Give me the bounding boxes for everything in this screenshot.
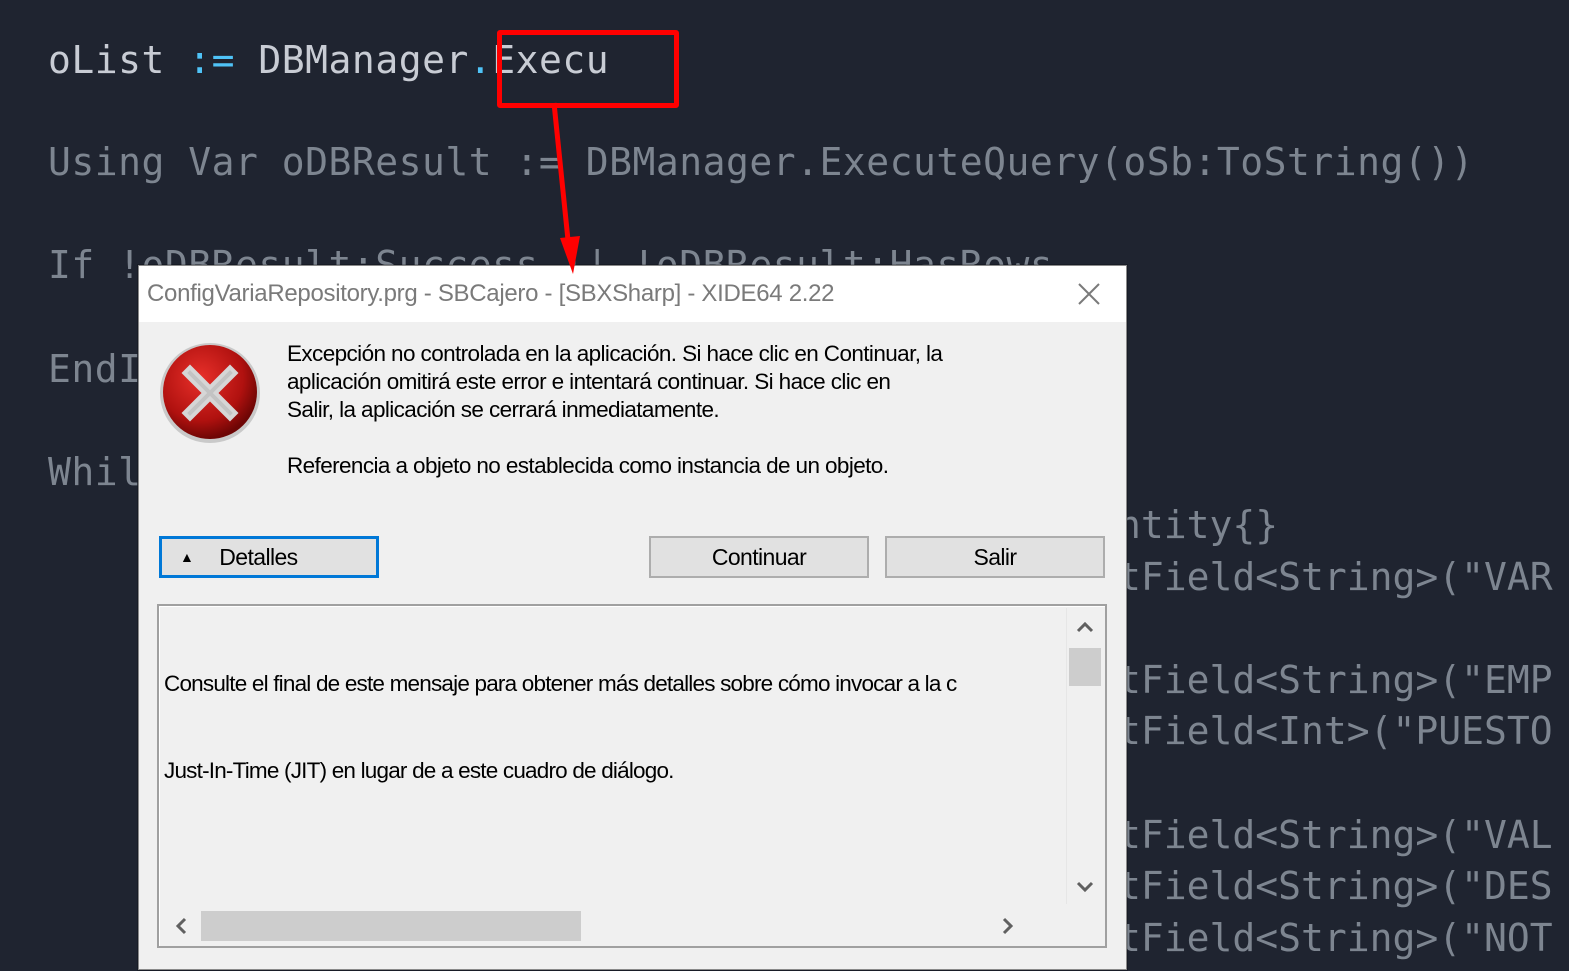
chevron-left-icon: [175, 917, 187, 935]
scroll-left-button[interactable]: [163, 908, 199, 944]
details-line: Just-In-Time (JIT) en lugar de a este cu…: [164, 758, 674, 784]
chevron-up-icon: [1076, 621, 1094, 633]
continue-button-label: Continuar: [711, 543, 807, 570]
details-line: Consulte el final de este mensaje para o…: [164, 670, 957, 696]
assign-operator: :=: [188, 38, 236, 82]
details-button-label: Detalles: [219, 543, 298, 570]
dialog-titlebar[interactable]: ConfigVariaRepository.prg - SBCajero - […: [139, 266, 1126, 322]
dialog-title: ConfigVariaRepository.prg - SBCajero - […: [147, 280, 835, 307]
scroll-right-button[interactable]: [990, 908, 1026, 944]
horizontal-scroll-thumb[interactable]: [201, 911, 581, 941]
dialog-message: Excepción no controlada en la aplicación…: [287, 340, 1107, 480]
scroll-down-button[interactable]: [1067, 870, 1103, 904]
scroll-up-button[interactable]: [1067, 610, 1103, 644]
exit-button-label: Salir: [973, 543, 1017, 570]
vertical-scrollbar[interactable]: [1066, 608, 1103, 904]
details-button[interactable]: ▲ Detalles: [159, 536, 379, 578]
chevron-down-icon: [1076, 881, 1094, 893]
details-text[interactable]: Consulte el final de este mensaje para o…: [164, 610, 1064, 906]
code-line-right[interactable]: ntity{}: [1118, 503, 1278, 547]
code-line-right[interactable]: tField<String>("NOT: [1118, 916, 1553, 960]
continue-button[interactable]: Continuar: [649, 536, 869, 578]
details-line: [164, 844, 1064, 873]
exit-button[interactable]: Salir: [885, 536, 1105, 578]
horizontal-scrollbar[interactable]: [161, 908, 1066, 944]
code-line-right[interactable]: tField<String>("EMP: [1118, 658, 1553, 702]
chevron-right-icon: [1002, 917, 1014, 935]
code-token: DBManager: [235, 38, 469, 82]
close-icon: [1078, 283, 1100, 305]
unhandled-exception-dialog: ConfigVariaRepository.prg - SBCajero - […: [138, 265, 1127, 970]
code-line-using-var[interactable]: Using Var oDBResult := DBManager.Execute…: [48, 140, 1474, 184]
vertical-scroll-thumb[interactable]: [1069, 648, 1101, 686]
message-line: Salir, la aplicación se cerrará inmediat…: [287, 397, 720, 422]
code-line-right[interactable]: tField<String>("VAR: [1118, 555, 1553, 599]
close-button[interactable]: [1052, 266, 1126, 322]
dot-operator: .: [468, 38, 493, 82]
message-line: Excepción no controlada en la aplicación…: [287, 341, 943, 366]
code-line-right[interactable]: tField<Int>("PUESTO: [1118, 709, 1553, 753]
annotation-highlight-box: [497, 30, 679, 108]
message-line: aplicación omitirá este error e intentar…: [287, 369, 891, 394]
code-line-right[interactable]: tField<String>("VAL: [1118, 813, 1553, 857]
error-x-icon: [160, 343, 260, 443]
code-token: oList: [48, 38, 189, 82]
details-textbox[interactable]: Consulte el final de este mensaje para o…: [157, 604, 1107, 948]
collapse-triangle-icon: ▲: [180, 549, 194, 565]
code-line-right[interactable]: tField<String>("DES: [1118, 864, 1553, 908]
exception-message: Referencia a objeto no establecida como …: [287, 453, 889, 478]
